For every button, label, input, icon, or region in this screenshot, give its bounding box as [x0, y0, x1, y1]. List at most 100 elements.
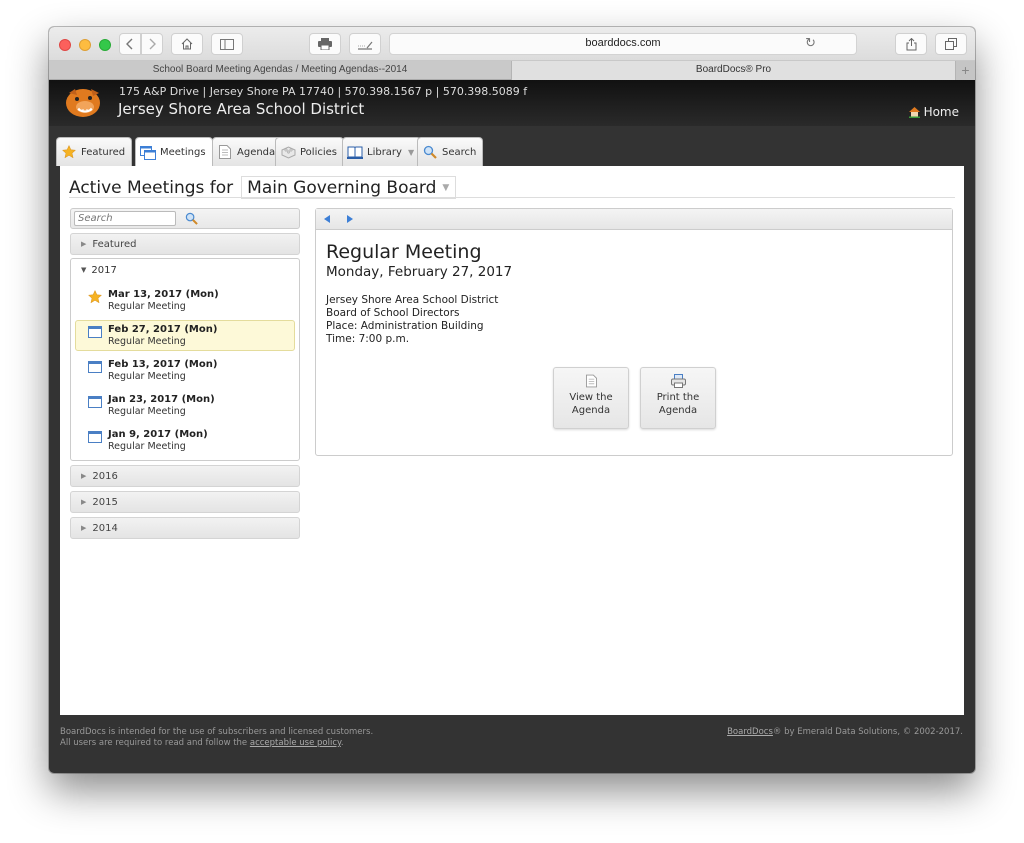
tab-meetings[interactable]: Meetings	[135, 137, 213, 167]
sidebar-search	[70, 208, 300, 229]
meeting-detail-panel: Regular Meeting Monday, February 27, 201…	[315, 208, 953, 456]
search-icon[interactable]	[185, 212, 198, 225]
button-label-line: View the	[569, 392, 613, 403]
meeting-type: Regular Meeting	[108, 336, 186, 347]
boarddocs-link[interactable]: BoardDocs	[727, 727, 773, 737]
star-icon	[61, 145, 77, 159]
accordion-year-2014[interactable]: ▶ 2014	[70, 517, 300, 539]
tab-label: Featured	[81, 146, 126, 158]
calendar-icon	[88, 396, 102, 408]
meeting-item[interactable]: Jan 23, 2017 (Mon) Regular Meeting	[75, 390, 295, 421]
accordion-year-2016[interactable]: ▶ 2016	[70, 465, 300, 487]
copyright-text: ® by Emerald Data Solutions, © 2002-2017…	[772, 727, 963, 737]
accordion-label: 2014	[92, 522, 118, 534]
meetings-sidebar: ▶ Featured ▼ 2017 Mar 13, 2017 (Mon) Reg…	[70, 208, 300, 539]
new-tab-button[interactable]: +	[955, 61, 975, 80]
accordion-header-2017[interactable]: ▼ 2017	[71, 259, 299, 281]
calendar-icon	[88, 361, 102, 373]
caret-down-icon: ▼	[81, 266, 87, 274]
book-icon	[347, 145, 363, 159]
view-agenda-button[interactable]: View the Agenda	[553, 367, 629, 429]
board-select[interactable]: Main Governing Board ▼	[241, 176, 457, 199]
meeting-item[interactable]: Feb 13, 2017 (Mon) Regular Meeting	[75, 355, 295, 386]
acceptable-use-policy-link[interactable]: acceptable use policy	[250, 738, 341, 748]
meeting-info-line: Place: Administration Building	[326, 320, 484, 332]
tab-label: Search	[442, 146, 477, 158]
policies-icon	[280, 145, 296, 159]
calendar-icon	[88, 431, 102, 443]
tab-policies[interactable]: Policies	[275, 137, 344, 166]
home-link[interactable]: Home	[908, 105, 959, 119]
footer-text: All users are required to read and follo…	[60, 738, 250, 748]
accordion-year-2015[interactable]: ▶ 2015	[70, 491, 300, 513]
magnifier-icon	[422, 145, 438, 159]
chevron-down-icon: ▼	[442, 182, 450, 193]
next-meeting-icon[interactable]	[347, 215, 353, 223]
url-text: boarddocs.com	[585, 37, 661, 49]
markup-button[interactable]	[349, 33, 381, 55]
minimize-window-button[interactable]	[79, 39, 91, 51]
footer-line: All users are required to read and follo…	[60, 738, 373, 749]
tabs-overview-button[interactable]	[935, 33, 967, 55]
browser-tab[interactable]: School Board Meeting Agendas / Meeting A…	[49, 61, 511, 80]
chevron-down-icon: ▼	[407, 147, 415, 157]
tab-search[interactable]: Search	[417, 137, 484, 166]
caret-right-icon: ▶	[81, 524, 87, 532]
meeting-item[interactable]: Jan 9, 2017 (Mon) Regular Meeting	[75, 425, 295, 456]
search-input[interactable]	[74, 211, 176, 226]
tab-library[interactable]: Library ▼	[342, 137, 422, 166]
meeting-date: Jan 9, 2017 (Mon)	[108, 429, 208, 440]
browser-tab-strip: School Board Meeting Agendas / Meeting A…	[49, 61, 975, 80]
sidebar-icon	[220, 38, 234, 50]
meeting-date-heading: Monday, February 27, 2017	[326, 264, 513, 280]
meeting-type: Regular Meeting	[108, 301, 186, 312]
browser-toolbar: boarddocs.com ↻	[49, 27, 975, 61]
forward-button[interactable]	[141, 33, 163, 55]
district-address: 175 A&P Drive | Jersey Shore PA 17740 | …	[119, 85, 528, 98]
print-agenda-button[interactable]: Print the Agenda	[640, 367, 716, 429]
meeting-type: Regular Meeting	[108, 441, 186, 452]
print-button[interactable]	[309, 33, 341, 55]
close-window-button[interactable]	[59, 39, 71, 51]
zoom-window-button[interactable]	[99, 39, 111, 51]
back-button[interactable]	[119, 33, 141, 55]
meeting-info-line: Jersey Shore Area School District	[326, 294, 499, 306]
button-label-line: Agenda	[658, 405, 698, 416]
footer-copyright: BoardDocs® by Emerald Data Solutions, © …	[727, 727, 963, 737]
printer-icon	[318, 38, 332, 50]
home-button[interactable]	[171, 33, 203, 55]
caret-right-icon: ▶	[81, 240, 87, 248]
previous-meeting-icon[interactable]	[324, 215, 330, 223]
reload-icon[interactable]: ↻	[805, 36, 816, 51]
bulldog-logo-icon[interactable]	[63, 83, 103, 121]
meeting-item[interactable]: Mar 13, 2017 (Mon) Regular Meeting	[75, 285, 295, 316]
address-bar[interactable]: boarddocs.com ↻	[389, 33, 857, 55]
chevron-right-icon	[149, 38, 156, 50]
meeting-date: Mar 13, 2017 (Mon)	[108, 289, 219, 300]
accordion-label: 2015	[92, 496, 118, 508]
document-icon	[585, 374, 597, 388]
pencil-icon	[358, 41, 373, 50]
browser-tab-active[interactable]: BoardDocs® Pro	[511, 61, 955, 80]
footer-disclaimer: BoardDocs is intended for the use of sub…	[60, 727, 373, 749]
district-name: Jersey Shore Area School District	[118, 100, 365, 118]
meeting-item-selected[interactable]: Feb 27, 2017 (Mon) Regular Meeting	[75, 320, 295, 351]
button-label-line: Print the	[656, 392, 700, 403]
meeting-title: Regular Meeting	[326, 241, 482, 263]
meeting-info: Jersey Shore Area School District Board …	[326, 294, 498, 346]
sidebar-button[interactable]	[211, 33, 243, 55]
tab-label: Policies	[300, 146, 337, 158]
tab-agenda[interactable]: Agenda	[212, 137, 283, 166]
detail-toolbar	[316, 209, 952, 230]
accordion-label: 2017	[91, 264, 117, 276]
share-button[interactable]	[895, 33, 927, 55]
divider	[69, 197, 955, 198]
district-header: 175 A&P Drive | Jersey Shore PA 17740 | …	[49, 80, 975, 126]
caret-right-icon: ▶	[81, 498, 87, 506]
chevron-left-icon	[126, 38, 133, 50]
calendar-icon	[88, 326, 102, 338]
accordion-label: 2016	[92, 470, 118, 482]
tab-featured[interactable]: Featured	[56, 137, 133, 166]
tab-label: Meetings	[160, 147, 206, 158]
accordion-featured[interactable]: ▶ Featured	[70, 233, 300, 255]
